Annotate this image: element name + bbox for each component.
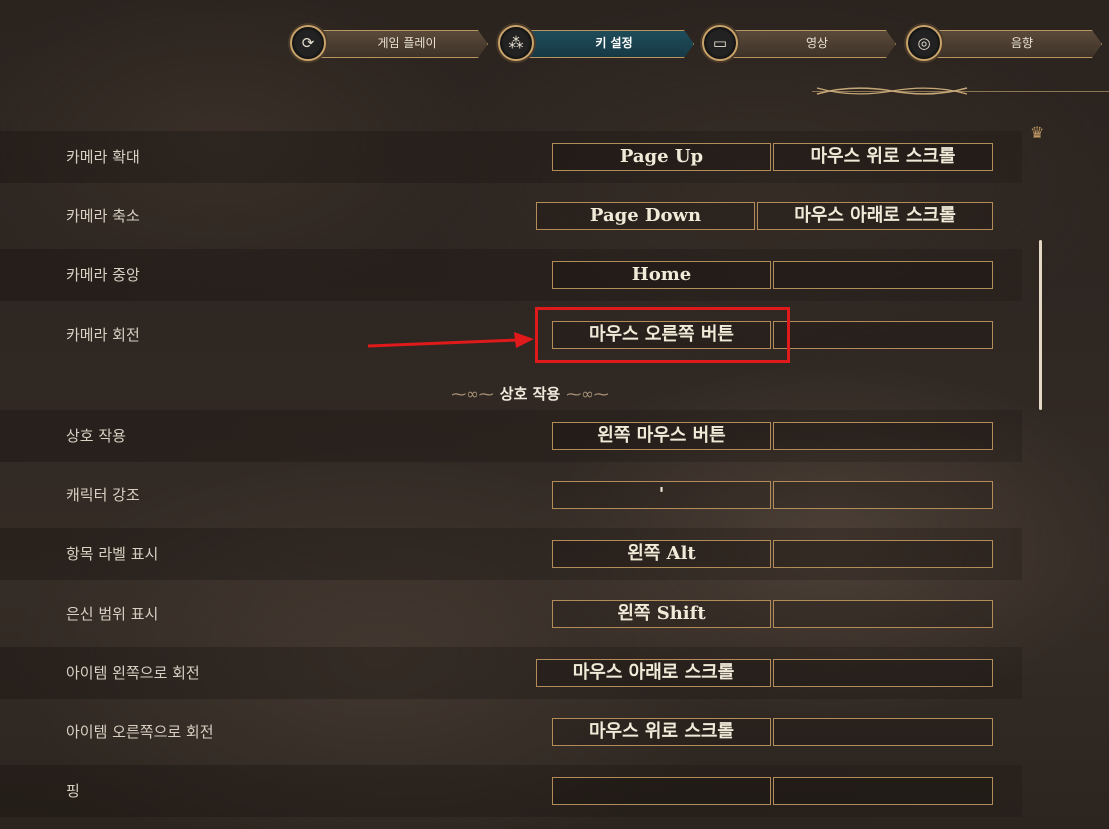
keybind-row: 카메라 확대 Page Up 마우스 위로 스크롤 [0, 131, 1022, 183]
keybind-row: 캐릭터 강조 ' [0, 469, 1022, 521]
gameplay-icon: ⟳ [290, 25, 326, 61]
primary-key-slot[interactable]: ' [552, 481, 771, 509]
action-label: 캐릭터 강조 [66, 486, 140, 504]
action-label: 아이템 왼쪽으로 회전 [66, 664, 200, 682]
primary-key-slot[interactable]: 왼쪽 Alt [552, 540, 771, 568]
primary-key-slot[interactable]: 마우스 위로 스크롤 [552, 718, 771, 746]
flourish-left-icon: ⁓∞⁓ [451, 385, 494, 403]
secondary-key-slot[interactable] [773, 422, 993, 450]
secondary-key-slot[interactable] [773, 600, 993, 628]
tab-gameplay[interactable]: ⟳ 게임 플레이 [286, 25, 488, 61]
action-label: 은신 범위 표시 [66, 605, 159, 623]
section-header: ⁓∞⁓ 상호 작용 ⁓∞⁓ [0, 383, 1060, 404]
header-ornament [812, 80, 1109, 102]
tab-audio[interactable]: ◎ 음향 [902, 25, 1102, 61]
flourish-icon [816, 87, 968, 95]
action-label: 카메라 회전 [66, 326, 140, 344]
action-label: 상호 작용 [66, 427, 126, 445]
primary-key-slot[interactable]: Home [552, 261, 771, 289]
primary-key-slot[interactable]: Page Down [536, 202, 755, 230]
primary-key-slot[interactable]: 왼쪽 마우스 버튼 [552, 422, 771, 450]
keybind-row: 은신 범위 표시 왼쪽 Shift [0, 588, 1022, 640]
action-label: 카메라 축소 [66, 207, 140, 225]
secondary-key-slot[interactable] [773, 321, 993, 349]
secondary-key-slot[interactable] [773, 261, 993, 289]
action-label: 카메라 중앙 [66, 266, 140, 284]
section-title: 상호 작용 [499, 385, 561, 403]
secondary-key-slot[interactable]: 마우스 아래로 스크롤 [757, 202, 993, 230]
flourish-right-icon: ⁓∞⁓ [566, 385, 609, 403]
keybind-row: 아이템 왼쪽으로 회전 마우스 아래로 스크롤 [0, 647, 1022, 699]
settings-tab-bar: ⟳ 게임 플레이 ⁂ 키 설정 ▭ 영상 ◎ 음향 [286, 25, 1109, 65]
action-label: 핑 [66, 782, 80, 800]
keybind-row: 핑 [0, 765, 1022, 817]
primary-key-slot[interactable] [552, 777, 771, 805]
tab-label: 영상 [805, 36, 829, 50]
secondary-key-slot[interactable] [773, 481, 993, 509]
tab-video[interactable]: ▭ 영상 [698, 25, 896, 61]
primary-key-slot[interactable]: 왼쪽 Shift [552, 600, 771, 628]
highlight-box [535, 307, 790, 363]
tab-label: 음향 [1010, 36, 1034, 50]
tab-keybind[interactable]: ⁂ 키 설정 [494, 25, 694, 61]
primary-key-slot[interactable]: Page Up [552, 143, 771, 171]
action-label: 항목 라벨 표시 [66, 545, 159, 563]
action-label: 아이템 오른쪽으로 회전 [66, 723, 214, 741]
primary-key-slot[interactable]: 마우스 아래로 스크롤 [536, 659, 771, 687]
secondary-key-slot[interactable] [773, 659, 993, 687]
keybind-row: 상호 작용 왼쪽 마우스 버튼 [0, 410, 1022, 462]
keybind-row: 아이템 오른쪽으로 회전 마우스 위로 스크롤 [0, 706, 1022, 758]
tab-label: 게임 플레이 [377, 36, 437, 50]
secondary-key-slot[interactable] [773, 540, 993, 568]
secondary-key-slot[interactable] [773, 718, 993, 746]
keybind-row: 항목 라벨 표시 왼쪽 Alt [0, 528, 1022, 580]
arrow-icon [368, 332, 534, 348]
tab-label: 키 설정 [595, 36, 633, 50]
keybind-icon: ⁂ [498, 25, 534, 61]
action-label: 카메라 확대 [66, 148, 140, 166]
monitor-icon: ▭ [702, 25, 738, 61]
crown-icon: ♛ [1030, 123, 1045, 142]
secondary-key-slot[interactable] [773, 777, 993, 805]
keybind-row: 카메라 축소 Page Down 마우스 아래로 스크롤 [0, 190, 1022, 242]
speaker-icon: ◎ [906, 25, 942, 61]
keybind-row: 카메라 중앙 Home [0, 249, 1022, 301]
secondary-key-slot[interactable]: 마우스 위로 스크롤 [773, 143, 993, 171]
